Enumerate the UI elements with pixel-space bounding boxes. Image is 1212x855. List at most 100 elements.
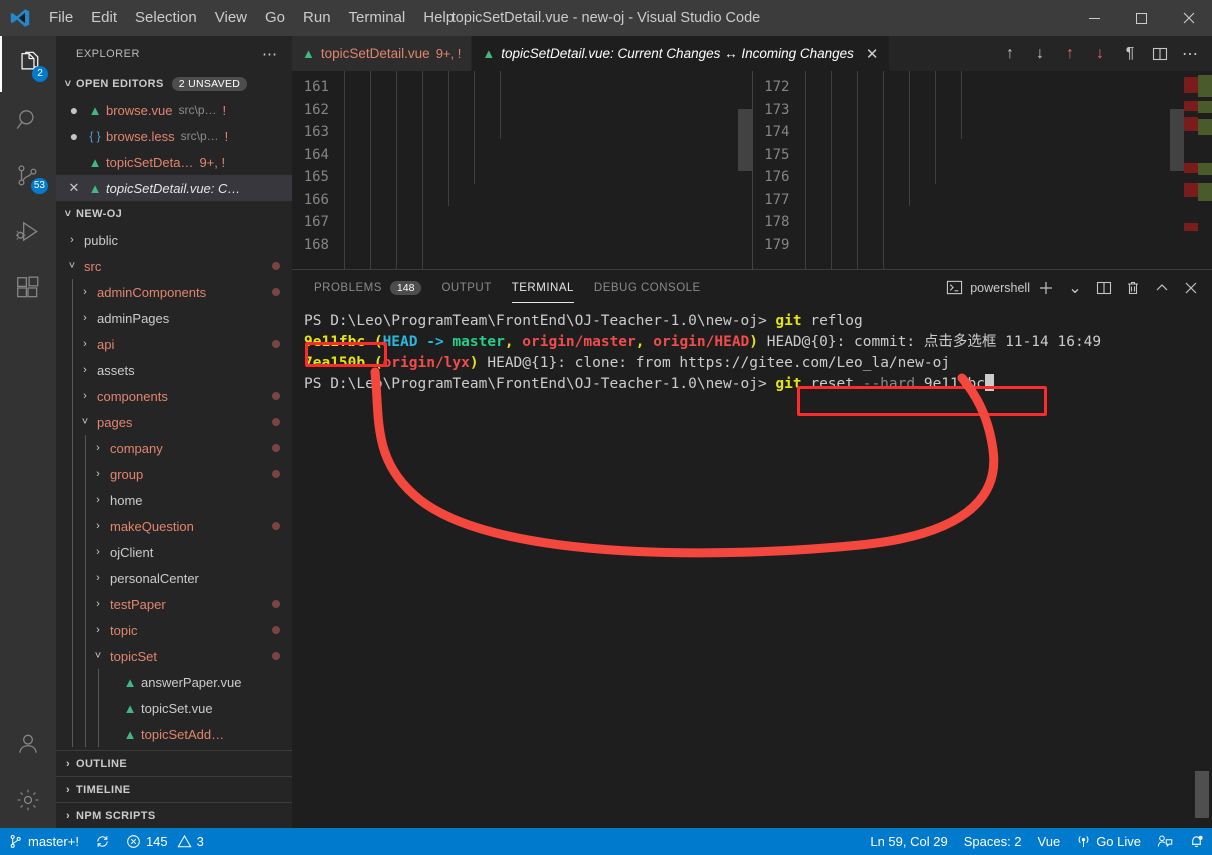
maximize-button[interactable] (1118, 0, 1165, 36)
terminal-selector[interactable]: powershell (946, 279, 1030, 296)
close-button[interactable] (1165, 0, 1212, 36)
close-panel-button[interactable] (1178, 275, 1204, 301)
chevron-right-icon[interactable]: › (90, 442, 106, 454)
close-editor-icon[interactable]: ✕ (64, 180, 84, 196)
activity-search[interactable] (0, 92, 56, 148)
tree-item-testpaper[interactable]: › testPaper (56, 591, 292, 617)
project-folder-header[interactable]: ˅ NEW-OJ (56, 201, 292, 227)
tree-item-adminpages[interactable]: › adminPages (56, 305, 292, 331)
open-editor-row[interactable]: ● { } browse.less src\p… ! (56, 123, 292, 149)
dirty-indicator-icon[interactable]: ● (64, 128, 84, 144)
open-editor-row[interactable]: ▲ topicSetDeta… 9+, ! (56, 149, 292, 175)
tree-item-admincomponents[interactable]: › adminComponents (56, 279, 292, 305)
code-right[interactable]: <p v-if="topicSetFrom.status <oj-topic-s… (799, 71, 1185, 269)
chevron-right-icon[interactable]: › (90, 494, 106, 506)
outline-section-header[interactable]: › OUTLINE (56, 750, 292, 776)
timeline-section-header[interactable]: › TIMELINE (56, 776, 292, 802)
chevron-right-icon[interactable]: › (77, 390, 93, 402)
menu-view[interactable]: View (206, 0, 256, 36)
diff-overview-ruler-inserted[interactable] (1198, 71, 1212, 269)
terminal-scrollbar[interactable] (1195, 771, 1209, 818)
next-conflict-button[interactable]: ↓ (1086, 36, 1114, 71)
activity-run-debug[interactable] (0, 204, 56, 260)
status-language-mode[interactable]: Vue (1030, 828, 1069, 855)
tree-item-api[interactable]: › api (56, 331, 292, 357)
tab-output[interactable]: OUTPUT (431, 270, 501, 305)
open-editor-row-selected[interactable]: ✕ ▲ topicSetDetail.vue: C… (56, 175, 292, 201)
diff-overview-ruler-deleted[interactable] (1184, 71, 1198, 269)
diff-pane-current-changes[interactable]: 161 162 163 164 165 166 167 168 <p v-if="topicS… (292, 71, 752, 269)
close-tab-icon[interactable]: ✕ (866, 45, 879, 63)
status-sync[interactable] (87, 828, 118, 855)
new-terminal-button[interactable] (1033, 275, 1059, 301)
editor-scrollbar-left[interactable] (737, 109, 752, 171)
status-indentation[interactable]: Spaces: 2 (956, 828, 1030, 855)
status-feedback[interactable] (1149, 828, 1181, 855)
tab-diff-current-incoming[interactable]: ▲ topicSetDetail.vue: Current Changes ↔ … (472, 36, 890, 71)
chevron-down-icon[interactable]: ˅ (77, 416, 93, 428)
tab-topicSetDetail-vue[interactable]: ▲ topicSetDetail.vue 9+, ! (292, 36, 473, 71)
tree-item-makequestion[interactable]: › makeQuestion (56, 513, 292, 539)
chevron-down-icon[interactable]: ˅ (90, 650, 106, 662)
open-editor-row[interactable]: ● ▲ browse.vue src\p… ! (56, 97, 292, 123)
more-actions-button[interactable]: ⋯ (1176, 36, 1204, 71)
tree-item-topicsetadd-[interactable]: ▲ topicSetAdd… (56, 721, 292, 747)
chevron-right-icon[interactable]: › (90, 520, 106, 532)
maximize-panel-button[interactable] (1149, 275, 1175, 301)
previous-conflict-button[interactable]: ↑ (1056, 36, 1084, 71)
tree-item-pages[interactable]: ˅ pages (56, 409, 292, 435)
chevron-right-icon[interactable]: › (90, 624, 106, 636)
tree-item-group[interactable]: › group (56, 461, 292, 487)
chevron-right-icon[interactable]: › (77, 338, 93, 350)
status-notifications[interactable] (1181, 828, 1212, 855)
chevron-right-icon[interactable]: › (90, 468, 106, 480)
minimize-button[interactable] (1071, 0, 1118, 36)
split-terminal-button[interactable] (1091, 275, 1117, 301)
tree-item-topicset-vue[interactable]: ▲ topicSet.vue (56, 695, 292, 721)
tab-problems[interactable]: PROBLEMS 148 (304, 270, 431, 305)
open-editors-header[interactable]: ˅ OPEN EDITORS 2 UNSAVED (56, 71, 292, 97)
terminal-output[interactable]: PS D:\Leo\ProgramTeam\FrontEnd\OJ-Teache… (292, 305, 1212, 818)
chevron-right-icon[interactable]: › (64, 234, 80, 246)
tree-item-home[interactable]: › home (56, 487, 292, 513)
tree-item-src[interactable]: ˅ src (56, 253, 292, 279)
menu-terminal[interactable]: Terminal (340, 0, 415, 36)
previous-change-button[interactable]: ↑ (996, 36, 1024, 71)
activity-source-control[interactable]: 53 (0, 148, 56, 204)
status-cursor-position[interactable]: Ln 59, Col 29 (862, 828, 955, 855)
tab-debug-console[interactable]: DEBUG CONSOLE (584, 270, 711, 305)
status-branch[interactable]: master+! (0, 828, 87, 855)
terminal-dropdown-button[interactable]: ⌄ (1062, 275, 1088, 301)
chevron-right-icon[interactable]: › (77, 312, 93, 324)
chevron-right-icon[interactable]: › (90, 546, 106, 558)
diff-pane-incoming-changes[interactable]: 172 173 174 175 176 177 178 179 <p v-if="topicS… (752, 71, 1212, 269)
activity-settings[interactable] (0, 772, 56, 828)
chevron-down-icon[interactable]: ˅ (64, 260, 80, 272)
menu-run[interactable]: Run (294, 0, 340, 36)
tree-item-personalcenter[interactable]: › personalCenter (56, 565, 292, 591)
menu-file[interactable]: File (40, 0, 82, 36)
tree-item-ojclient[interactable]: › ojClient (56, 539, 292, 565)
tree-item-topic[interactable]: › topic (56, 617, 292, 643)
tree-item-company[interactable]: › company (56, 435, 292, 461)
file-tree[interactable]: › public ˅ src › adminComponents › adminPages › a… (56, 227, 292, 750)
chevron-right-icon[interactable]: › (90, 598, 106, 610)
tree-item-assets[interactable]: › assets (56, 357, 292, 383)
chevron-right-icon[interactable]: › (77, 286, 93, 298)
chevron-right-icon[interactable]: › (77, 364, 93, 376)
dirty-indicator-icon[interactable]: ● (64, 102, 84, 118)
status-go-live[interactable]: Go Live (1068, 828, 1149, 855)
tree-item-answerpaper-vue[interactable]: ▲ answerPaper.vue (56, 669, 292, 695)
npm-scripts-section-header[interactable]: › NPM SCRIPTS (56, 802, 292, 828)
chevron-right-icon[interactable]: › (90, 572, 106, 584)
render-whitespace-button[interactable]: ¶ (1116, 36, 1144, 71)
menu-help[interactable]: Help (414, 0, 463, 36)
code-left[interactable]: <p v-if="topicSetFrom.status <oj-topic-s… (338, 71, 752, 269)
activity-explorer[interactable]: 2 (0, 36, 56, 92)
tree-item-public[interactable]: › public (56, 227, 292, 253)
activity-accounts[interactable] (0, 716, 56, 772)
tab-terminal[interactable]: TERMINAL (502, 270, 584, 305)
tree-item-topicset[interactable]: ˅ topicSet (56, 643, 292, 669)
diff-editor[interactable]: 161 162 163 164 165 166 167 168 <p v-if="topicS… (292, 71, 1212, 269)
editor-scrollbar-right[interactable] (1170, 109, 1184, 171)
